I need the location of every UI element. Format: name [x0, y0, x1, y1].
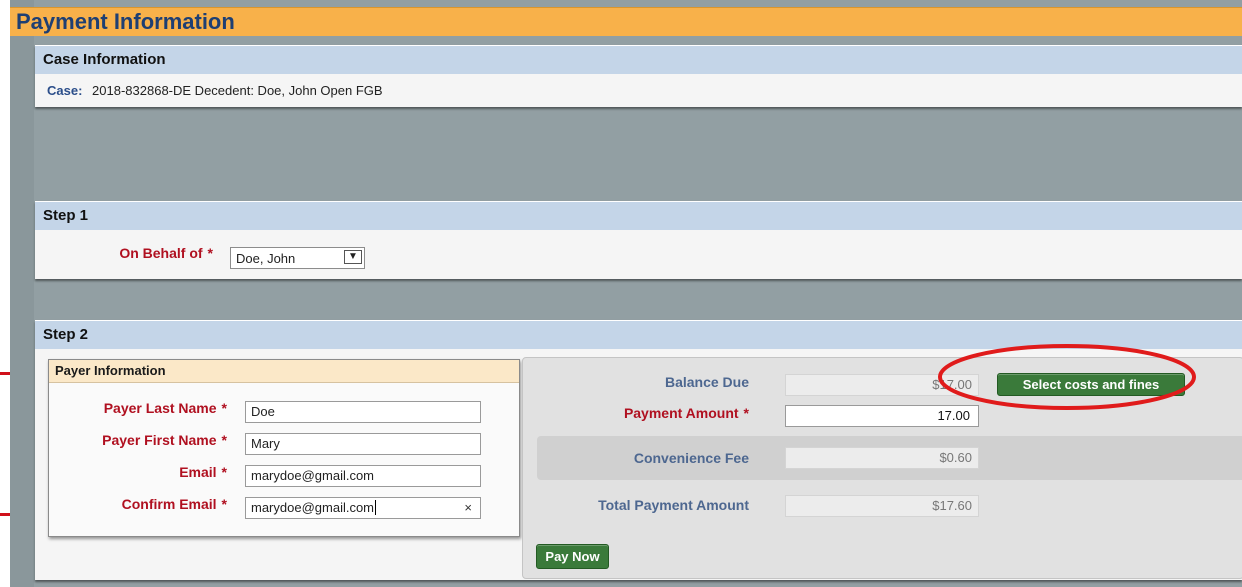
payer-last-name-label: Payer Last Name [103, 400, 217, 416]
case-label: Case: [47, 83, 83, 98]
email-value: marydoe@gmail.com [251, 468, 375, 483]
balance-due-field: $17.00 [785, 374, 979, 396]
case-value: 2018-832868-DE Decedent: Doe, John Open … [92, 83, 383, 98]
convenience-fee-label: Convenience Fee [633, 450, 749, 466]
on-behalf-select[interactable]: Doe, John ▼ [230, 247, 365, 269]
clear-input-icon[interactable]: × [464, 498, 472, 518]
balance-due-label: Balance Due [664, 374, 749, 390]
confirm-email-label-row: Confirm Email * [49, 496, 227, 512]
case-information-panel: Case Information Case: 2018-832868-DE De… [35, 45, 1242, 107]
payer-first-name-label: Payer First Name [102, 432, 217, 448]
step2-header: Step 2 [35, 320, 1242, 349]
confirm-email-field[interactable]: marydoe@gmail.com × [245, 497, 481, 519]
payer-first-name-value: Mary [251, 436, 280, 451]
text-cursor [375, 500, 377, 515]
required-marker: * [221, 496, 227, 512]
required-marker: * [743, 405, 749, 421]
payer-information-header: Payer Information [49, 360, 519, 383]
payer-last-name-value: Doe [251, 404, 275, 419]
chevron-down-icon[interactable]: ▼ [344, 250, 362, 264]
on-behalf-selected-value: Doe, John [236, 251, 296, 266]
step1-header: Step 1 [35, 201, 1242, 230]
left-margin [0, 0, 10, 587]
email-label-row: Email * [49, 464, 227, 480]
payment-amount-label: Payment Amount [623, 405, 739, 421]
on-behalf-label-row: On Behalf of * [35, 245, 213, 261]
pay-now-button[interactable]: Pay Now [536, 544, 609, 569]
payer-information-box: Payer Information Payer Last Name * Doe P… [48, 359, 520, 537]
annotation-tick-top [0, 372, 10, 375]
payment-amount-label-row: Payment Amount * [523, 405, 749, 421]
required-marker: * [221, 400, 227, 416]
case-row: Case: 2018-832868-DE Decedent: Doe, John… [35, 74, 1242, 98]
step2-panel: Step 2 Payer Information Payer Last Name… [35, 320, 1242, 580]
annotation-tick-bottom [0, 513, 10, 516]
payer-first-name-label-row: Payer First Name * [49, 432, 227, 448]
payment-summary-box: Balance Due $17.00 Select costs and fine… [522, 357, 1242, 579]
confirm-email-value: marydoe@gmail.com [251, 500, 375, 515]
required-marker: * [207, 245, 213, 261]
left-gutter [10, 0, 34, 587]
case-information-header: Case Information [35, 45, 1242, 74]
required-marker: * [221, 464, 227, 480]
total-payment-amount-label: Total Payment Amount [598, 497, 749, 513]
total-payment-amount-field: $17.60 [785, 495, 979, 517]
email-field[interactable]: marydoe@gmail.com [245, 465, 481, 487]
step1-panel: Step 1 On Behalf of * Doe, John ▼ [35, 201, 1242, 279]
page-title: Payment Information [16, 9, 235, 34]
payer-last-name-field[interactable]: Doe [245, 401, 481, 423]
payment-amount-field[interactable]: 17.00 [785, 405, 979, 427]
payer-first-name-field[interactable]: Mary [245, 433, 481, 455]
email-label: Email [179, 464, 217, 480]
convenience-fee-field: $0.60 [785, 447, 979, 469]
on-behalf-label: On Behalf of [119, 245, 203, 261]
confirm-email-label: Confirm Email [121, 496, 217, 512]
select-costs-and-fines-button[interactable]: Select costs and fines [997, 373, 1185, 396]
required-marker: * [221, 432, 227, 448]
title-bar: Payment Information [10, 7, 1242, 36]
payer-last-name-label-row: Payer Last Name * [49, 400, 227, 416]
